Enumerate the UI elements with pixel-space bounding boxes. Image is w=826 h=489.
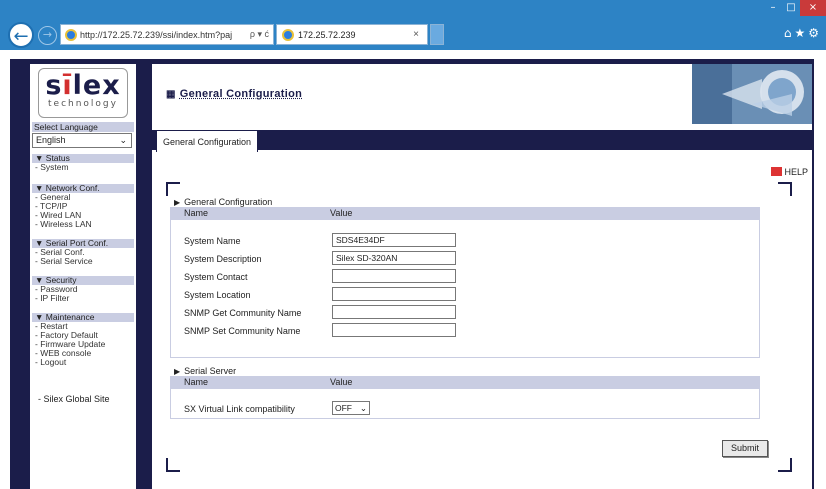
sidebar-section: ▼ Serial Port Conf. - Serial Conf. - Seria… [32, 239, 134, 266]
browser-titlebar: – □ × ← → http://172.25.72.239/ssi/index… [0, 0, 826, 50]
sidebar: sīlex technology Select Language English… [30, 64, 136, 489]
general-section-title: ▶ General Configuration [174, 197, 272, 207]
silex-logo: sīlex technology [38, 68, 128, 118]
triangle-right-icon: ▶ [174, 367, 181, 376]
sx-virtual-link-value: OFF [335, 403, 352, 413]
serial-section-title: ▶ Serial Server [174, 366, 236, 376]
logo-subtitle: technology [48, 99, 118, 109]
language-select[interactable]: English ⌄ [32, 133, 132, 148]
logo-wordmark: sīlex [45, 70, 121, 101]
back-button[interactable]: ← [8, 22, 34, 48]
sidebar-item[interactable]: - IP Filter [32, 294, 134, 303]
help-label: HELP [784, 167, 808, 177]
field-label: System Location [184, 290, 251, 300]
tab-general-configuration[interactable]: General Configuration [156, 130, 259, 152]
home-icon[interactable]: ⌂ [784, 26, 795, 40]
forward-button[interactable]: → [38, 26, 57, 45]
column-value: Value [330, 208, 353, 218]
title-bullet-icon: ▦ [166, 89, 176, 100]
favorites-icon[interactable]: ★ [794, 26, 808, 40]
gear-icon[interactable]: ⚙ [808, 26, 822, 40]
ie-icon [65, 28, 77, 41]
close-window-button[interactable]: × [800, 0, 826, 16]
ie-icon [282, 28, 294, 41]
help-icon [771, 167, 783, 176]
field-label: System Contact [184, 272, 248, 282]
general-title-text: General Configuration [184, 197, 273, 207]
address-bar[interactable]: http://172.25.72.239/ssi/index.htm?paϳ ρ… [60, 24, 274, 45]
triangle-right-icon: ▶ [174, 198, 181, 207]
frame-corner [778, 182, 792, 196]
help-link[interactable]: HELP [771, 167, 808, 177]
field-input[interactable]: SDS4E34DF [332, 233, 456, 247]
language-value: English [36, 135, 66, 145]
silex-global-site-link[interactable]: - Silex Global Site [38, 394, 110, 404]
frame-corner [166, 458, 180, 472]
sidebar-section: ▼ Network Conf. - General - TCP/IP - Wired … [32, 184, 134, 229]
field-input[interactable]: Silex SD-320AN [332, 251, 456, 265]
sidebar-section: ▼ Maintenance - Restart - Factory Default -… [32, 313, 134, 367]
field-input[interactable] [332, 305, 456, 319]
column-value: Value [330, 377, 353, 387]
banner-graphic [692, 64, 812, 124]
maximize-button[interactable]: □ [782, 0, 800, 16]
serial-title-text: Serial Server [184, 366, 237, 376]
column-name: Name [184, 377, 209, 387]
general-table-header: Name Value [170, 207, 760, 220]
new-tab-button[interactable] [430, 24, 444, 45]
sidebar-section: ▼ Security - Password - IP Filter [32, 276, 134, 303]
field-label: SNMP Set Community Name [184, 326, 301, 336]
submit-button[interactable]: Submit [722, 440, 768, 457]
field-label: System Name [184, 236, 241, 246]
sidebar-item[interactable]: - Wireless LAN [32, 220, 134, 229]
field-label: System Description [184, 254, 262, 264]
serial-table-header: Name Value [170, 376, 760, 389]
browser-toolbar-icons: ⌂★⚙ [784, 26, 822, 40]
address-text: http://172.25.72.239/ssi/index.htm?paϳ [80, 29, 233, 40]
sidebar-item[interactable]: - Serial Service [32, 257, 134, 266]
minimize-button[interactable]: – [764, 0, 782, 16]
sidebar-item[interactable]: - Logout [32, 358, 134, 367]
sidebar-section: ▼ Status - System [32, 154, 134, 172]
language-label: Select Language [32, 122, 134, 132]
chevron-down-icon: ⌄ [359, 403, 367, 413]
general-table-body [170, 220, 760, 358]
browser-tab[interactable]: 172.25.72.239 × [276, 24, 428, 45]
frame-corner [778, 458, 792, 472]
sx-virtual-link-label: SX Virtual Link compatibility [184, 404, 295, 414]
field-input[interactable] [332, 323, 456, 337]
page-title: ▦ General Configuration [166, 88, 303, 100]
frame-corner [166, 182, 180, 196]
column-name: Name [184, 208, 209, 218]
sx-virtual-link-select[interactable]: OFF ⌄ [332, 401, 370, 415]
field-input[interactable] [332, 287, 456, 301]
sidebar-item[interactable]: - System [32, 163, 134, 172]
tab-close-icon[interactable]: × [413, 29, 419, 40]
tab-title: 172.25.72.239 [298, 29, 356, 40]
address-tools[interactable]: ρ ▾ ć [250, 29, 273, 40]
field-label: SNMP Get Community Name [184, 308, 302, 318]
chevron-down-icon: ⌄ [119, 135, 127, 145]
main-panel: ▦ General Configuration General Configura… [152, 64, 812, 489]
field-input[interactable] [332, 269, 456, 283]
window-controls: – □ × [764, 0, 826, 18]
